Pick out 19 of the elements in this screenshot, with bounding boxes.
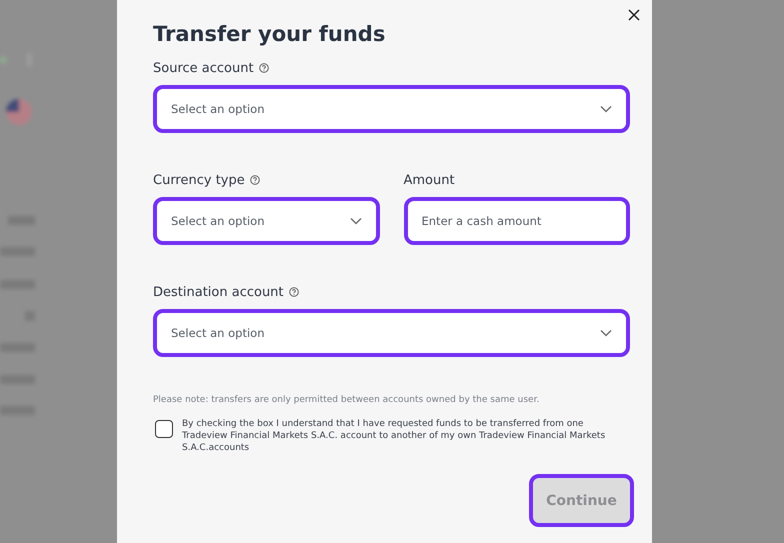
checkbox[interactable] — [155, 420, 173, 438]
select-field[interactable]: Select an option — [153, 309, 630, 357]
help-icon[interactable] — [250, 175, 260, 185]
select-field[interactable]: Select an option — [153, 85, 630, 133]
chevron-down-icon — [600, 329, 612, 337]
field-label: Amount — [404, 172, 455, 188]
select-field[interactable]: Select an option — [153, 197, 380, 245]
note-text: Please note: transfers are only permitted between accounts owned by the same user. — [153, 395, 540, 405]
help-icon[interactable] — [288, 287, 299, 297]
field-label: Destination account — [153, 284, 284, 300]
agreement-text: By checking the box I understand that I have requested funds to be transferred from one Tradeview Financial Markets S.A.C. account to another of my own Tradeview Financial Markets S.A.C.accounts — [182, 418, 606, 454]
amount-field[interactable]: Enter a cash amount — [404, 197, 630, 245]
dialog-title: Transfer your funds — [153, 21, 386, 48]
field-label: Source account — [153, 60, 254, 76]
field-label: Currency type — [153, 172, 245, 188]
chevron-down-icon — [600, 105, 612, 113]
close-button[interactable] — [627, 8, 641, 22]
help-icon[interactable] — [258, 63, 269, 73]
chevron-down-icon — [350, 217, 362, 225]
